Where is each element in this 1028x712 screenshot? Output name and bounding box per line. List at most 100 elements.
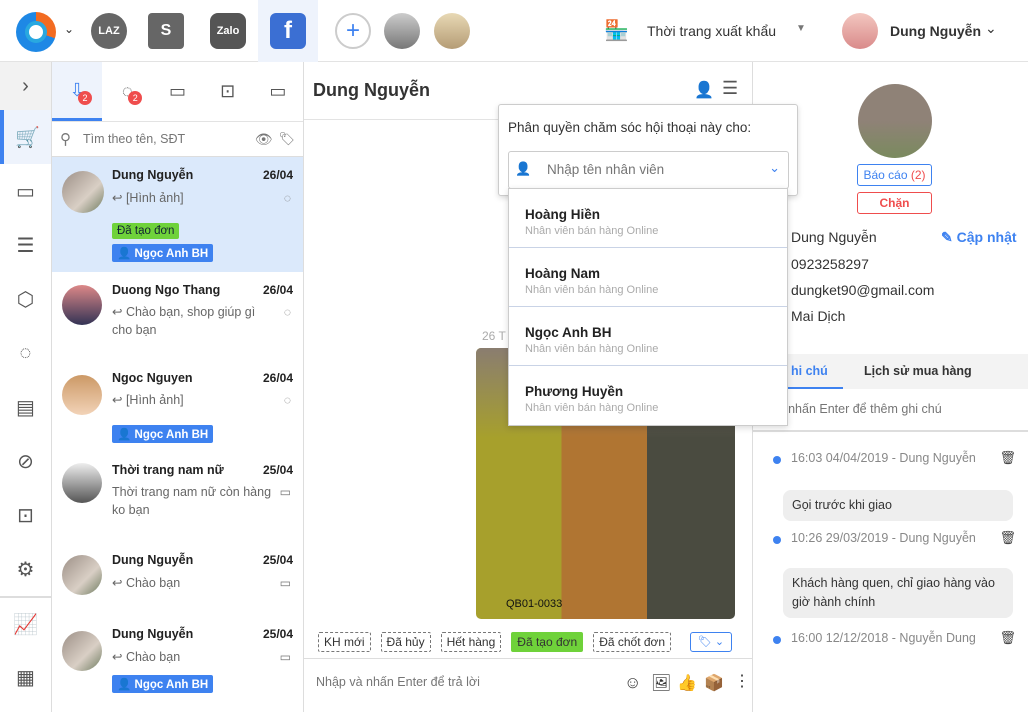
label-het-hang[interactable]: Hết hàng: [440, 632, 502, 652]
message-date: 26 T: [482, 329, 506, 343]
conversation-list: ⇩2 ◌2 ▭ ⊡ ▭ ⚲ 👁 🏷 Dung Nguyễn26/04 ↩ [Hì…: [52, 62, 304, 712]
update-button[interactable]: ✎ Cập nhật: [941, 229, 1017, 246]
comment-icon: ▭: [279, 650, 291, 664]
facebook-channel[interactable]: f: [270, 13, 306, 49]
chevron-down-icon[interactable]: ⌄: [769, 160, 780, 176]
tab-inbox[interactable]: ⇩ 2: [52, 62, 103, 121]
eye-icon[interactable]: 👁: [255, 131, 273, 148]
label-bar: KH mới Đã hủy Hết hàng Đã tạo đơn Đã chốt đơ…: [318, 632, 738, 652]
store-icon: 🏪: [604, 20, 629, 42]
product-search-icon[interactable]: 📦: [704, 673, 724, 693]
staff-select[interactable]: 👤 ⌄: [508, 151, 789, 189]
settings-icon[interactable]: ⚙: [0, 542, 51, 596]
bot-icon: ⊡: [220, 81, 236, 101]
label-kh-moi[interactable]: KH mới: [318, 632, 371, 652]
contact-card-icon[interactable]: ▤: [0, 380, 51, 434]
list-item[interactable]: Duong Ngo Thang 26/04 ↩ Chào bạn, shop gi…: [52, 273, 303, 361]
reply-input[interactable]: [316, 675, 596, 689]
chat-title: Dung Nguyễn: [313, 80, 430, 100]
more-icon[interactable]: ⋮: [734, 671, 750, 691]
app-logo[interactable]: [16, 12, 56, 52]
image-code: QB01-0033: [506, 598, 563, 610]
list-item[interactable]: Ngoc Nguyen 26/04 ↩ [Hình ảnh] ◌ 👤 Ngọc An…: [52, 361, 303, 453]
customer-phone: 0923258297: [791, 256, 869, 272]
block-button[interactable]: Chặn: [857, 192, 932, 214]
list-item[interactable]: Dung Nguyễn 25/04 ↩ Chào bạn ▭ 👤 Ngọc Anh …: [52, 619, 303, 699]
shopee-channel[interactable]: S: [148, 13, 184, 49]
search-bar: ⚲ 👁 🏷: [52, 122, 303, 157]
label-da-chot-don[interactable]: Đã chốt đơn: [593, 632, 672, 652]
comment-icon: ▭: [279, 576, 291, 590]
customer-email: dungket90@gmail.com: [791, 282, 935, 298]
note-input[interactable]: [761, 402, 1021, 416]
add-channel-button[interactable]: +: [335, 13, 371, 49]
list-item[interactable]: Dung Nguyễn 25/04 ↩ Chào bạn ▭: [52, 543, 303, 619]
lazada-channel[interactable]: LAZ: [91, 13, 127, 49]
staff-option[interactable]: Phương Huyền Nhân viên bán hàng Online: [509, 366, 787, 425]
box-icon[interactable]: ⬡: [0, 272, 51, 326]
assignee-badge: 👤 Ngọc Anh BH: [112, 244, 214, 262]
messenger-icon: ◌: [283, 305, 291, 319]
page-avatar[interactable]: [434, 13, 470, 49]
user-icon: 👤: [515, 161, 532, 176]
staff-option[interactable]: Hoàng Hiền Nhân viên bán hàng Online: [509, 189, 787, 248]
messenger-icon: ◌: [283, 393, 291, 407]
note-meta: 10:26 29/03/2019 - Dung Nguyễn: [773, 531, 1023, 545]
messenger-icon[interactable]: ◌: [0, 326, 51, 380]
user-avatar[interactable]: [842, 13, 878, 49]
badge: 2: [128, 91, 143, 105]
assignee-badge: 👤 Ngọc Anh BH: [112, 675, 214, 693]
emoji-icon[interactable]: ☺: [624, 673, 641, 693]
status-badge: Đã tạo đơn: [112, 223, 180, 239]
video-icon[interactable]: ▭: [0, 164, 51, 218]
tag-icon[interactable]: 🏷: [278, 131, 295, 147]
sidebar: › 🛒 ▭ ☰ ⬡ ◌ ▤ ⊘ ⊡ ⚙ 📈 ▦: [0, 62, 52, 712]
customer-avatar: [858, 84, 932, 158]
like-icon[interactable]: 👍: [677, 673, 697, 693]
cart-icon[interactable]: 🛒: [0, 110, 51, 164]
note-text: Khách hàng quen, chỉ giao hàng vào giờ h…: [783, 568, 1013, 618]
chevron-down-icon[interactable]: ⌄: [64, 22, 74, 36]
tab-bot[interactable]: ⊡: [203, 62, 253, 121]
note-meta: 16:03 04/04/2019 - Dung Nguyễn: [773, 451, 1023, 465]
block-icon[interactable]: ⊘: [0, 434, 51, 488]
tab-purchase-history[interactable]: Lịch sử mua hàng: [864, 364, 972, 378]
caret-down-icon[interactable]: ▼: [796, 23, 806, 34]
tag-dropdown-button[interactable]: 🏷 ⌄: [690, 632, 732, 652]
list-item[interactable]: Dung Nguyễn 26/04 ↩ [Hình ảnh] ◌ Đã tạo đơ…: [52, 157, 303, 273]
top-bar: ⌄ LAZ S Zalo f + 🏪 Thời trang xuất khẩu …: [0, 0, 1028, 62]
chevron-down-icon[interactable]: ⌄: [985, 20, 997, 37]
tab-comments[interactable]: ▭: [152, 62, 202, 121]
trash-icon[interactable]: 🗑: [999, 630, 1016, 646]
tab-video[interactable]: ▭: [253, 62, 303, 121]
chart-icon[interactable]: 📈: [0, 596, 51, 650]
label-da-huy[interactable]: Đã hủy: [380, 632, 431, 652]
badge: 2: [78, 91, 92, 105]
page-avatar[interactable]: [384, 13, 420, 49]
assign-user-icon[interactable]: 👤: [694, 80, 714, 100]
history-icon[interactable]: ▦: [0, 650, 51, 704]
trash-icon[interactable]: 🗑: [999, 530, 1016, 546]
zalo-channel[interactable]: Zalo: [210, 13, 246, 49]
expand-button[interactable]: ›: [0, 62, 51, 110]
staff-option[interactable]: Ngọc Anh BH Nhân viên bán hàng Online: [509, 307, 787, 366]
label-da-tao-don[interactable]: Đã tạo đơn: [511, 632, 584, 652]
search-input[interactable]: [83, 132, 243, 146]
list-icon[interactable]: ☰: [722, 78, 738, 99]
user-name[interactable]: Dung Nguyễn: [890, 23, 981, 39]
document-icon[interactable]: ☰: [0, 218, 51, 272]
store-selector[interactable]: Thời trang xuất khẩu: [647, 23, 776, 39]
trash-icon[interactable]: 🗑: [999, 450, 1016, 466]
comment-icon: ▭: [169, 81, 187, 101]
list-item[interactable]: Thời trang nam nữ 25/04 Thời trang nam nữ…: [52, 453, 303, 543]
assign-title: Phân quyền chăm sóc hội thoại này cho:: [508, 120, 752, 135]
assignee-badge: 👤 Ngọc Anh BH: [112, 425, 214, 443]
bot-icon[interactable]: ⊡: [0, 488, 51, 542]
note-text: Gọi trước khi giao: [783, 490, 1013, 521]
image-icon[interactable]: 🖼: [651, 673, 671, 693]
report-button[interactable]: Báo cáo (2): [857, 164, 932, 186]
staff-option[interactable]: Hoàng Nam Nhân viên bán hàng Online: [509, 248, 787, 307]
staff-input[interactable]: [547, 162, 747, 177]
comment-icon: ▭: [279, 485, 291, 499]
tab-messenger[interactable]: ◌ 2: [102, 62, 152, 121]
